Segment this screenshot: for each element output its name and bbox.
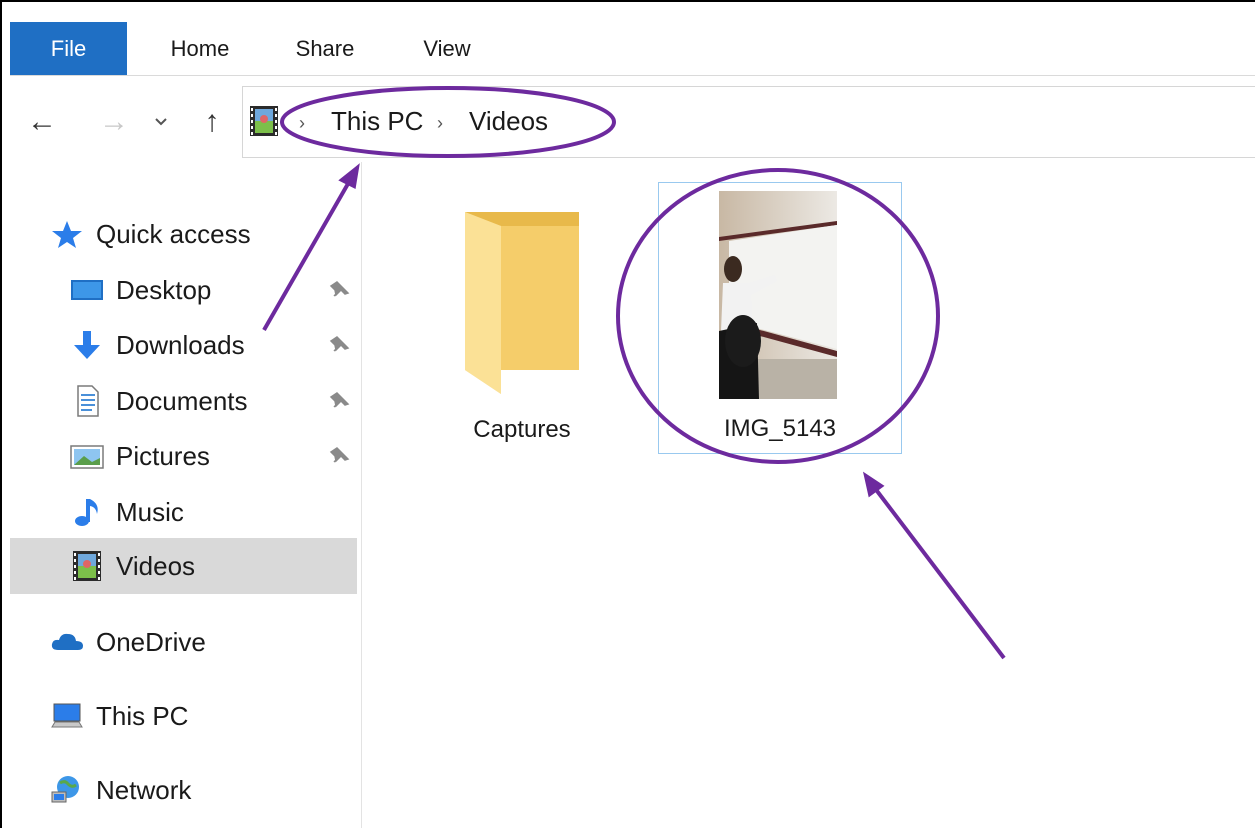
sidebar-item-downloads[interactable]: Downloads bbox=[70, 319, 360, 371]
videos-icon bbox=[73, 551, 101, 581]
breadcrumb-this-pc[interactable]: This PC bbox=[331, 101, 423, 141]
video-thumbnail bbox=[719, 191, 837, 399]
breadcrumb-videos[interactable]: Videos bbox=[469, 101, 548, 141]
video-item-img-5143[interactable]: IMG_5143 bbox=[658, 182, 902, 454]
downloads-icon bbox=[74, 331, 100, 359]
sidebar-item-desktop[interactable]: Desktop bbox=[70, 264, 360, 316]
videos-icon bbox=[250, 106, 278, 136]
sidebar-item-pictures[interactable]: Pictures bbox=[70, 430, 360, 482]
sidebar-item-quick-access[interactable]: Quick access bbox=[50, 208, 350, 260]
star-icon bbox=[52, 221, 82, 248]
tab-view[interactable]: View bbox=[402, 22, 492, 75]
sidebar-item-label: Videos bbox=[116, 551, 196, 581]
file-explorer-window: File Home Share View ← → ↑ › This PC › V… bbox=[0, 0, 1255, 828]
forward-button[interactable]: → bbox=[92, 100, 136, 144]
sidebar-item-onedrive[interactable]: OneDrive bbox=[50, 616, 350, 668]
cloud-icon bbox=[51, 633, 83, 650]
sidebar-item-label: Pictures bbox=[116, 441, 210, 471]
sidebar-item-label: Network bbox=[96, 775, 192, 805]
sidebar-item-label: This PC bbox=[96, 701, 189, 731]
pin-icon[interactable] bbox=[328, 333, 352, 357]
annotation-arrow-video bbox=[862, 471, 1006, 660]
navigation-pane: Quick access Desktop Downloads Documents bbox=[10, 162, 362, 828]
up-button[interactable]: ↑ bbox=[190, 100, 234, 144]
sidebar-item-label: Music bbox=[116, 497, 184, 527]
sidebar-item-label: OneDrive bbox=[96, 627, 206, 657]
ribbon-tabs: File Home Share View bbox=[10, 22, 1255, 76]
pin-icon[interactable] bbox=[328, 278, 352, 302]
pin-icon[interactable] bbox=[328, 389, 352, 413]
sidebar-item-label: Downloads bbox=[116, 330, 245, 360]
back-button[interactable]: ← bbox=[20, 100, 64, 144]
folder-item-captures[interactable]: Captures bbox=[432, 198, 612, 448]
tab-home[interactable]: Home bbox=[155, 22, 245, 75]
pin-icon[interactable] bbox=[328, 444, 352, 468]
sidebar-item-label: Documents bbox=[116, 386, 248, 416]
desktop-icon bbox=[71, 280, 103, 300]
sidebar-item-music[interactable]: Music bbox=[70, 486, 360, 538]
sidebar-item-label: Quick access bbox=[96, 219, 251, 249]
computer-icon bbox=[51, 703, 83, 728]
sidebar-item-network[interactable]: Network bbox=[50, 764, 350, 816]
chevron-down-icon bbox=[155, 118, 167, 126]
music-icon bbox=[75, 499, 98, 526]
sidebar-item-documents[interactable]: Documents bbox=[70, 375, 360, 427]
breadcrumb-separator[interactable]: › bbox=[299, 105, 305, 141]
recent-locations-button[interactable] bbox=[146, 100, 176, 144]
address-bar[interactable]: › This PC › Videos bbox=[242, 86, 1255, 158]
documents-icon bbox=[77, 385, 99, 417]
sidebar-item-this-pc[interactable]: This PC bbox=[50, 690, 350, 742]
sidebar-item-videos[interactable]: Videos bbox=[10, 538, 357, 594]
pictures-icon bbox=[70, 445, 104, 469]
network-icon bbox=[51, 776, 79, 803]
tab-share[interactable]: Share bbox=[280, 22, 370, 75]
tab-file[interactable]: File bbox=[10, 22, 127, 75]
item-name: IMG_5143 bbox=[723, 415, 837, 442]
sidebar-item-label: Desktop bbox=[116, 275, 212, 305]
folder-icon bbox=[465, 212, 579, 394]
item-name: Captures bbox=[473, 416, 571, 443]
breadcrumb-separator[interactable]: › bbox=[437, 105, 443, 141]
